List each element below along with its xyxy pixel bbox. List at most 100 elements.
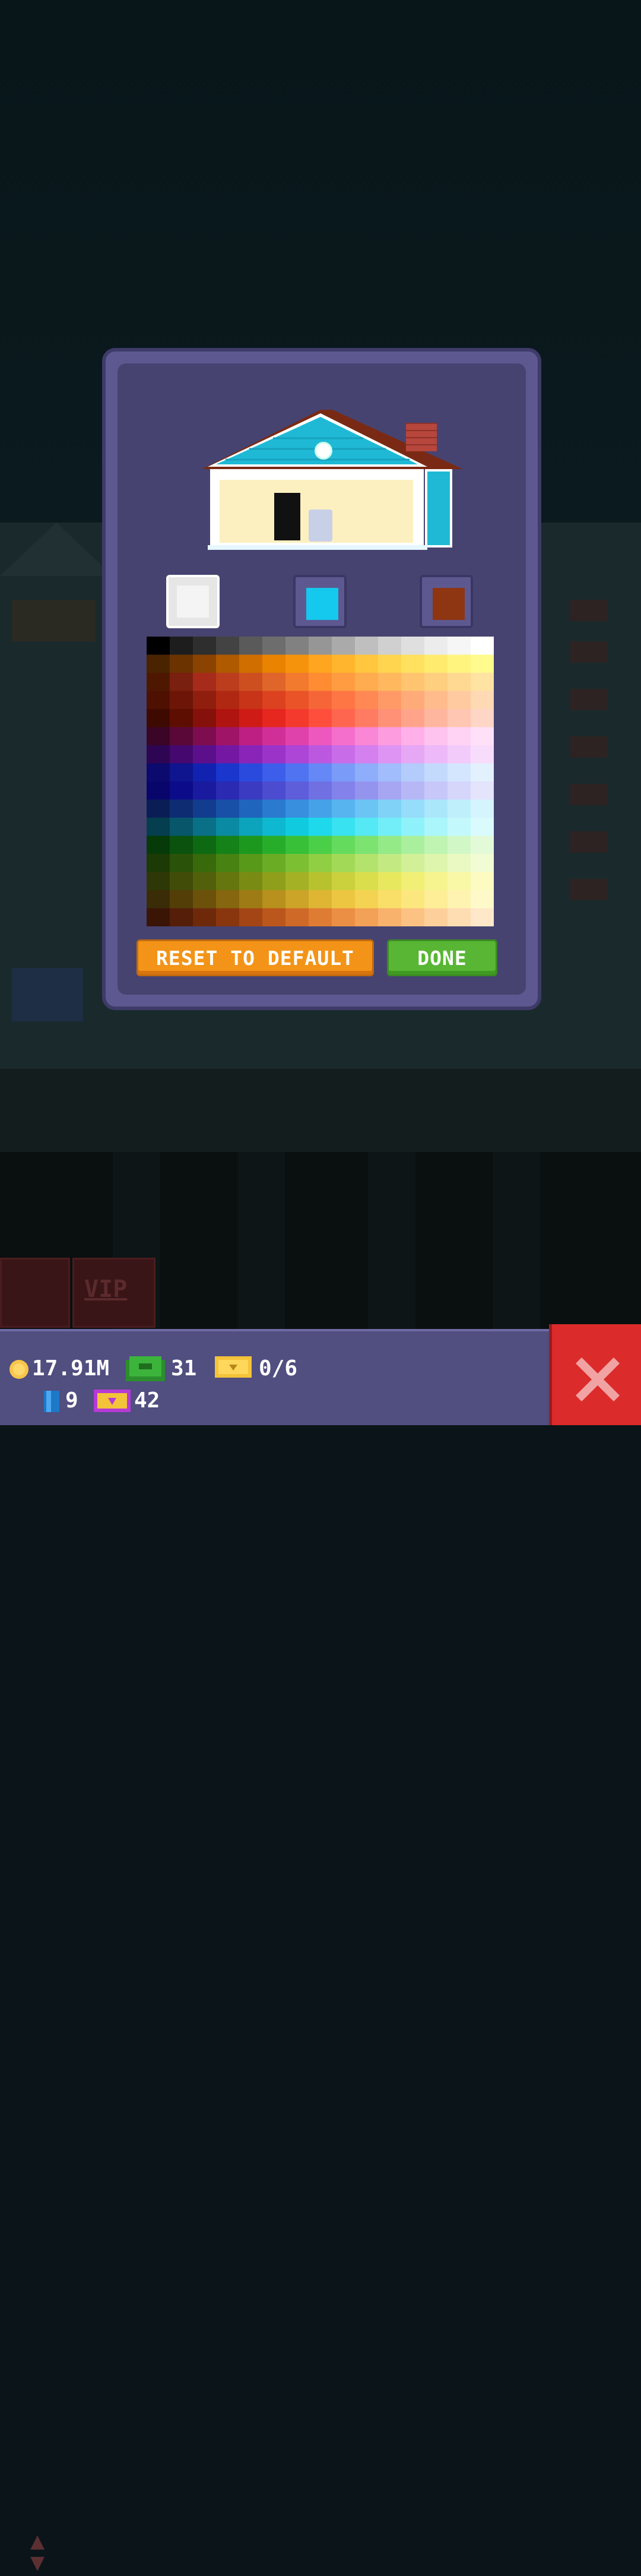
palette-color-cell[interactable] [262, 709, 286, 728]
palette-color-cell[interactable] [471, 908, 494, 927]
palette-color-cell[interactable] [378, 709, 402, 728]
palette-color-cell[interactable] [424, 763, 448, 782]
palette-color-cell[interactable] [285, 836, 309, 855]
palette-color-cell[interactable] [216, 637, 240, 656]
palette-color-cell[interactable] [309, 872, 332, 891]
palette-color-cell[interactable] [448, 691, 471, 710]
palette-color-cell[interactable] [355, 890, 379, 909]
palette-color-cell[interactable] [216, 854, 240, 873]
palette-color-cell[interactable] [216, 781, 240, 800]
palette-color-cell[interactable] [309, 637, 332, 656]
palette-color-cell[interactable] [378, 799, 402, 818]
palette-color-cell[interactable] [170, 836, 193, 855]
palette-color-cell[interactable] [170, 890, 193, 909]
palette-color-cell[interactable] [355, 691, 379, 710]
palette-color-cell[interactable] [262, 890, 286, 909]
palette-color-cell[interactable] [147, 890, 170, 909]
palette-color-cell[interactable] [262, 836, 286, 855]
palette-color-cell[interactable] [471, 872, 494, 891]
palette-color-cell[interactable] [471, 745, 494, 764]
palette-color-cell[interactable] [285, 763, 309, 782]
palette-color-cell[interactable] [262, 727, 286, 746]
palette-color-cell[interactable] [262, 781, 286, 800]
palette-color-cell[interactable] [170, 854, 193, 873]
palette-color-cell[interactable] [471, 763, 494, 782]
palette-color-cell[interactable] [332, 673, 356, 692]
palette-color-cell[interactable] [401, 673, 425, 692]
palette-color-cell[interactable] [378, 781, 402, 800]
palette-color-cell[interactable] [285, 637, 309, 656]
palette-color-cell[interactable] [147, 727, 170, 746]
palette-color-cell[interactable] [309, 763, 332, 782]
palette-color-cell[interactable] [285, 854, 309, 873]
palette-color-cell[interactable] [378, 854, 402, 873]
palette-color-cell[interactable] [216, 673, 240, 692]
color-slot-white[interactable] [166, 575, 220, 628]
palette-color-cell[interactable] [401, 890, 425, 909]
palette-color-cell[interactable] [424, 908, 448, 927]
palette-color-cell[interactable] [309, 727, 332, 746]
palette-color-cell[interactable] [193, 673, 217, 692]
palette-color-cell[interactable] [262, 799, 286, 818]
palette-color-cell[interactable] [355, 872, 379, 891]
palette-color-cell[interactable] [216, 818, 240, 837]
palette-color-cell[interactable] [309, 890, 332, 909]
palette-color-cell[interactable] [170, 637, 193, 656]
palette-color-cell[interactable] [448, 890, 471, 909]
palette-color-cell[interactable] [193, 745, 217, 764]
palette-color-cell[interactable] [471, 691, 494, 710]
palette-color-cell[interactable] [262, 637, 286, 656]
palette-color-cell[interactable] [309, 908, 332, 927]
palette-color-cell[interactable] [170, 763, 193, 782]
palette-color-cell[interactable] [239, 908, 263, 927]
palette-color-cell[interactable] [401, 763, 425, 782]
palette-color-cell[interactable] [239, 727, 263, 746]
palette-color-cell[interactable] [309, 691, 332, 710]
color-slot-blue[interactable] [293, 575, 347, 628]
palette-color-cell[interactable] [216, 727, 240, 746]
palette-color-cell[interactable] [193, 799, 217, 818]
color-palette-grid[interactable] [147, 637, 494, 926]
palette-color-cell[interactable] [147, 637, 170, 656]
palette-color-cell[interactable] [424, 818, 448, 837]
palette-color-cell[interactable] [471, 890, 494, 909]
palette-color-cell[interactable] [448, 654, 471, 673]
palette-color-cell[interactable] [332, 781, 356, 800]
palette-color-cell[interactable] [332, 727, 356, 746]
palette-color-cell[interactable] [262, 872, 286, 891]
palette-color-cell[interactable] [471, 854, 494, 873]
palette-color-cell[interactable] [471, 781, 494, 800]
palette-color-cell[interactable] [170, 673, 193, 692]
palette-color-cell[interactable] [424, 654, 448, 673]
palette-color-cell[interactable] [147, 763, 170, 782]
close-button[interactable] [549, 1324, 641, 1425]
palette-color-cell[interactable] [424, 799, 448, 818]
palette-color-cell[interactable] [332, 745, 356, 764]
palette-color-cell[interactable] [378, 745, 402, 764]
palette-color-cell[interactable] [401, 745, 425, 764]
palette-color-cell[interactable] [285, 818, 309, 837]
palette-color-cell[interactable] [355, 854, 379, 873]
palette-color-cell[interactable] [332, 691, 356, 710]
palette-color-cell[interactable] [285, 727, 309, 746]
palette-color-cell[interactable] [424, 691, 448, 710]
palette-color-cell[interactable] [285, 908, 309, 927]
palette-color-cell[interactable] [471, 818, 494, 837]
palette-color-cell[interactable] [239, 818, 263, 837]
palette-color-cell[interactable] [378, 763, 402, 782]
palette-color-cell[interactable] [401, 781, 425, 800]
palette-color-cell[interactable] [193, 890, 217, 909]
palette-color-cell[interactable] [262, 763, 286, 782]
palette-color-cell[interactable] [147, 691, 170, 710]
reset-to-default-button[interactable]: RESET TO DEFAULT [137, 939, 374, 976]
palette-color-cell[interactable] [378, 890, 402, 909]
palette-color-cell[interactable] [285, 709, 309, 728]
palette-color-cell[interactable] [285, 654, 309, 673]
palette-color-cell[interactable] [471, 654, 494, 673]
palette-color-cell[interactable] [332, 836, 356, 855]
palette-color-cell[interactable] [216, 763, 240, 782]
palette-color-cell[interactable] [239, 637, 263, 656]
palette-color-cell[interactable] [309, 836, 332, 855]
palette-color-cell[interactable] [401, 691, 425, 710]
palette-color-cell[interactable] [471, 709, 494, 728]
